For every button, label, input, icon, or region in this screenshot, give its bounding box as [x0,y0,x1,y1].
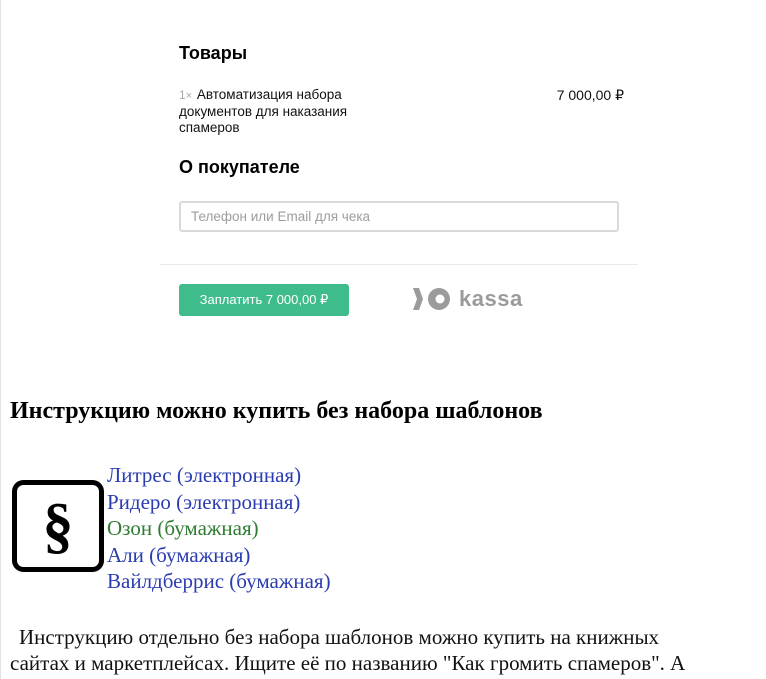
order-item-quantity: 1 [179,88,186,102]
yookassa-logo-text: kassa [459,286,523,311]
store-links: Литрес (электронная) Ридеро (электронная… [107,462,331,595]
order-item-name: Автоматизация набора документов для нака… [179,87,348,135]
contact-input[interactable] [179,201,619,232]
order-item-multiplier: × [185,90,193,102]
yookassa-logo-icon [413,288,450,310]
buyer-title: О покупателе [179,157,300,177]
order-item-price: 7 000,00 ₽ [556,87,624,103]
pay-button[interactable]: Заплатить 7 000,00 ₽ [179,284,349,316]
checkout-widget: Товары 1× Автоматизация набора документо… [160,0,638,345]
order-item: 1× Автоматизация набора документов для н… [179,87,624,139]
order-item-name-block: 1× Автоматизация набора документов для н… [179,87,379,136]
page-left-border [0,0,1,679]
store-link-wildberries[interactable]: Вайлдберрис (бумажная) [107,568,331,595]
store-link-ali[interactable]: Али (бумажная) [107,542,331,569]
divider [160,264,638,265]
goods-title: Товары [179,43,248,63]
store-link-litres[interactable]: Литрес (электронная) [107,462,331,489]
article-paragraph: Инструкцию отдельно без набора шаблонов … [10,624,766,676]
yookassa-logo: kassa [413,284,523,314]
paragraph-line-2: сайтах и маркетплейсах. Ищите её по назв… [10,651,686,675]
paragraph-line-1: Инструкцию отдельно без набора шаблонов … [19,625,660,649]
section-sign-icon: § [12,480,104,572]
store-link-ozon[interactable]: Озон (бумажная) [107,515,331,542]
store-link-ridero[interactable]: Ридеро (электронная) [107,489,331,516]
section-heading: Инструкцию можно купить без набора шабло… [10,398,543,424]
svg-text:§: § [43,492,74,560]
